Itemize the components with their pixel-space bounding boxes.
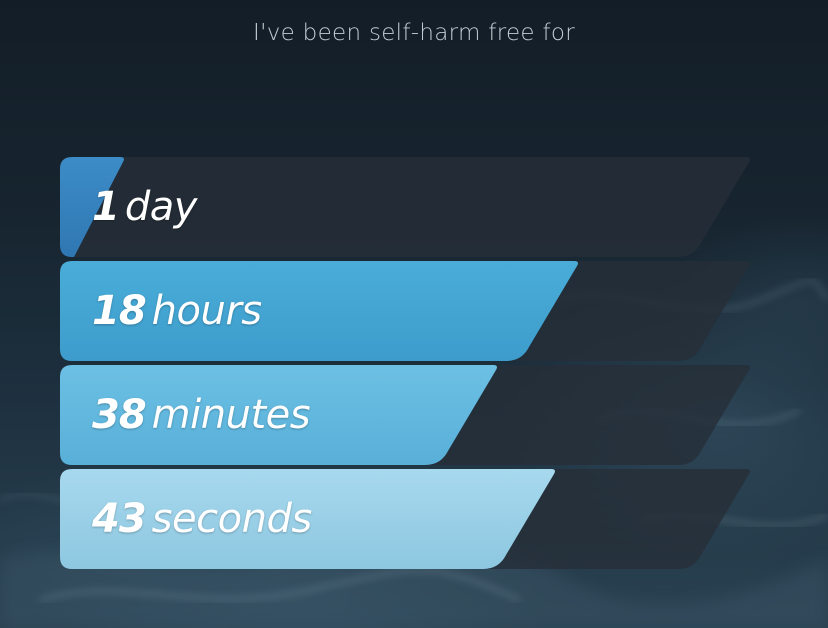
hours-unit: hours [151,288,262,334]
days-value: 1 [92,184,120,230]
hours-counter: 18 hours [60,261,750,361]
seconds-counter: 43 seconds [60,469,750,569]
seconds-value: 43 [92,496,147,542]
minutes-unit: minutes [151,392,311,438]
seconds-label: 43 seconds [92,494,312,544]
hours-value: 18 [92,288,147,334]
minutes-counter: 38 minutes [60,365,750,465]
days-label: 1 day [92,182,197,232]
hours-label: 18 hours [92,286,262,336]
minutes-label: 38 minutes [92,390,311,440]
minutes-value: 38 [92,392,147,438]
days-counter: 1 day [60,157,750,257]
seconds-unit: seconds [151,496,313,542]
days-unit: day [124,184,198,230]
streak-headline: I've been self-harm free for [252,20,575,46]
